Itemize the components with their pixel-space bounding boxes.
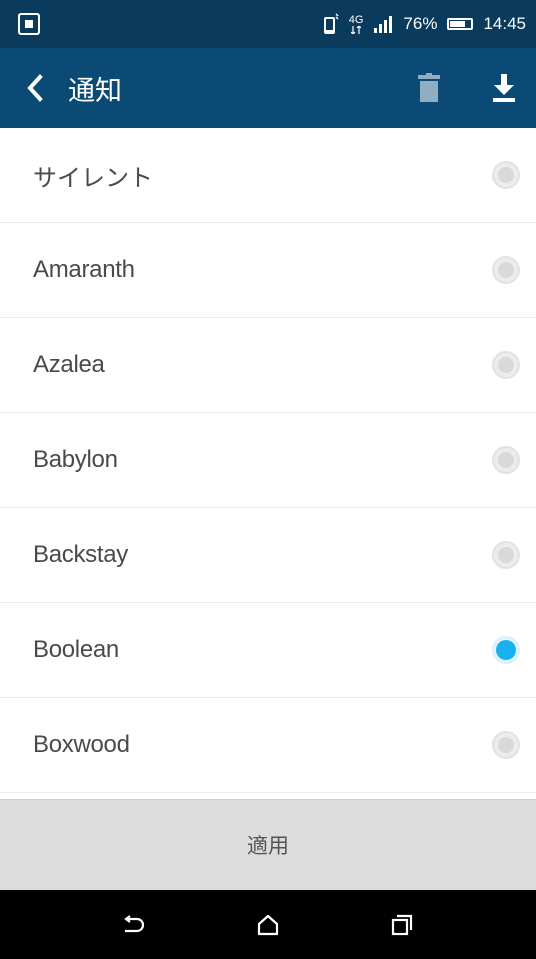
- list-item-label: Babylon: [33, 446, 118, 473]
- list-item-label: Boolean: [33, 636, 119, 663]
- radio-button[interactable]: [492, 541, 520, 569]
- status-icons: 4G 76% 14:45: [321, 13, 526, 35]
- home-icon[interactable]: [257, 914, 279, 936]
- list-item[interactable]: Backstay: [0, 508, 536, 603]
- chevron-left-icon[interactable]: [26, 74, 44, 102]
- app-bar: 通知: [0, 48, 536, 128]
- list-item[interactable]: サイレント: [0, 128, 536, 223]
- phone-vibrate-icon: [321, 13, 339, 35]
- list-item[interactable]: Boolean: [0, 603, 536, 698]
- back-icon[interactable]: [121, 914, 145, 935]
- page-title: 通知: [68, 75, 122, 107]
- battery-fill: [450, 21, 466, 27]
- battery-percent: 76%: [403, 14, 438, 33]
- data-4g-label: 4G: [348, 13, 364, 26]
- list-item[interactable]: Boxwood: [0, 698, 536, 793]
- app-bar-actions: [418, 73, 516, 103]
- radio-button[interactable]: [492, 161, 520, 189]
- radio-button[interactable]: [492, 731, 520, 759]
- list-item-label: Amaranth: [33, 256, 135, 283]
- list-item-label: Backstay: [33, 541, 128, 568]
- ringtone-list: サイレント Amaranth Azalea Babylon Backstay B…: [0, 128, 536, 793]
- list-item-label: Boxwood: [33, 731, 130, 758]
- recents-icon[interactable]: [391, 914, 413, 936]
- apply-button-label: 適用: [247, 834, 289, 858]
- apply-button[interactable]: 適用: [0, 799, 536, 890]
- battery-icon: [447, 18, 474, 30]
- list-item[interactable]: Azalea: [0, 318, 536, 413]
- trash-icon[interactable]: [418, 73, 440, 103]
- radio-button[interactable]: [492, 256, 520, 284]
- radio-button[interactable]: [492, 636, 520, 664]
- list-item-label: サイレント: [33, 163, 153, 192]
- radio-button[interactable]: [492, 446, 520, 474]
- download-icon[interactable]: [492, 73, 516, 103]
- list-item-label: Azalea: [33, 351, 105, 378]
- screen: 4G 76% 14:45 通知 サイレント Amaranth Azalea Ba…: [0, 0, 536, 959]
- status-bar: 4G 76% 14:45: [0, 0, 536, 48]
- clock: 14:45: [483, 14, 526, 33]
- notification-icon: [18, 13, 40, 35]
- list-item[interactable]: Babylon: [0, 413, 536, 508]
- list-item[interactable]: Amaranth: [0, 223, 536, 318]
- data-4g-icon: 4G: [348, 13, 364, 34]
- radio-button[interactable]: [492, 351, 520, 379]
- nav-bar: [0, 890, 536, 959]
- signal-icon: [373, 15, 393, 33]
